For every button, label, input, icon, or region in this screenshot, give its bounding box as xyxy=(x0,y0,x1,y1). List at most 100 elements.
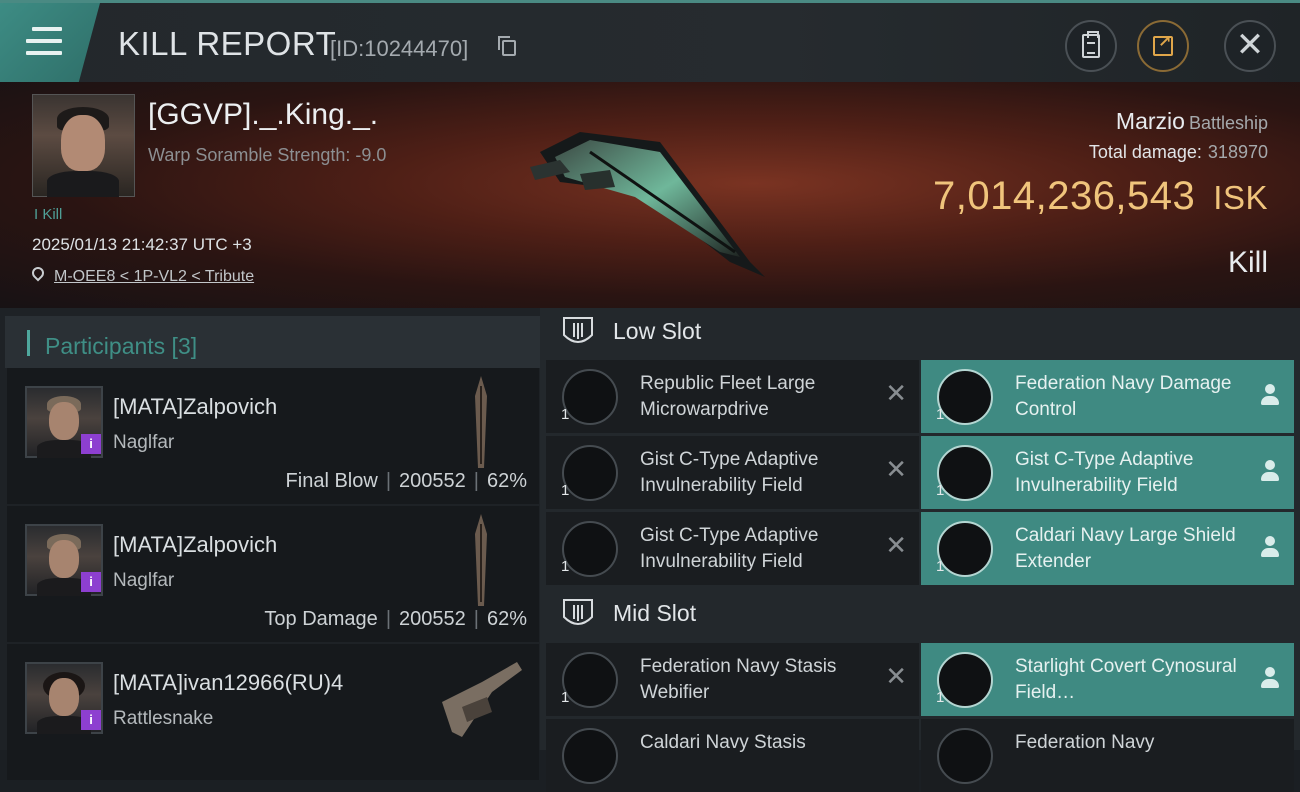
mid-slot-header: Mid Slot xyxy=(540,590,1300,640)
module-quantity: 1 xyxy=(561,689,570,706)
top-bar: KILL REPORT [ID:10244470] ✕ xyxy=(0,0,1300,85)
module-name: Gist C-Type Adaptive Invulnerability Fie… xyxy=(1015,449,1194,496)
participant-ship: Naglfar xyxy=(113,570,175,591)
victim-ship: Marzio Battleship xyxy=(1116,108,1268,135)
share-icon xyxy=(1153,32,1173,56)
module-name: Gist C-Type Adaptive Invulnerability Fie… xyxy=(640,525,819,572)
module-name: Caldari Navy Large Shield Extender xyxy=(1015,525,1236,572)
low-slot-header: Low Slot xyxy=(540,308,1300,358)
module-icon xyxy=(937,728,993,784)
destroyed-icon: ✕ xyxy=(885,530,907,560)
module-quantity: 1 xyxy=(561,482,570,499)
isk-value: 7,014,236,543 ISK xyxy=(932,174,1268,218)
location-link[interactable]: M-OEE8 < 1P-VL2 < Tribute xyxy=(54,268,254,286)
participant-name: [MATA]Zalpovich xyxy=(113,532,278,557)
microwarpdrive-icon xyxy=(562,369,618,425)
ship-thumbnail xyxy=(475,376,487,468)
report-id: [ID:10244470] xyxy=(330,36,469,61)
menu-button[interactable] xyxy=(0,3,100,85)
module-quantity: 1 xyxy=(936,482,945,499)
module-name: Federation Navy Stasis Webifier xyxy=(640,656,837,703)
module-quantity: 1 xyxy=(936,406,945,423)
ship-thumbnail xyxy=(475,514,487,606)
kill-tag: I Kill xyxy=(34,206,63,223)
dropped-user-icon xyxy=(1260,460,1280,482)
info-badge: i xyxy=(81,572,101,592)
participant-ship: Naglfar xyxy=(113,432,175,453)
module-name: Gist C-Type Adaptive Invulnerability Fie… xyxy=(640,449,819,496)
module-name: Caldari Navy Stasis xyxy=(640,732,806,753)
participant-stats: Final Blow | 200552 | 62% xyxy=(285,470,527,492)
destroyed-icon: ✕ xyxy=(885,661,907,691)
damage-control-icon xyxy=(937,369,993,425)
cynosural-field-icon xyxy=(937,652,993,708)
stasis-webifier-icon xyxy=(562,652,618,708)
participant-card[interactable]: i [MATA]ivan12966(RU)4 Rattlesnake xyxy=(7,644,539,780)
victim-summary: [GGVP]._.King._. Warp Soramble Strength:… xyxy=(0,82,1300,308)
mid-slot-icon xyxy=(563,599,593,625)
low-slot-icon xyxy=(563,317,593,343)
total-damage-value: 318970 xyxy=(1207,142,1268,162)
participant-name: [MATA]Zalpovich xyxy=(113,394,278,419)
invulnerability-field-icon xyxy=(562,445,618,501)
module-quantity: 1 xyxy=(561,406,570,423)
module-name: Federation Navy xyxy=(1015,732,1155,753)
module-name: Republic Fleet Large Microwarpdrive xyxy=(640,373,816,420)
participants-panel: Participants [3] i [MATA]Zalpovich Naglf… xyxy=(0,308,540,780)
low-slot-label: Low Slot xyxy=(613,318,702,344)
ship-thumbnail xyxy=(442,662,522,737)
close-icon: ✕ xyxy=(1235,25,1265,64)
destroyed-icon: ✕ xyxy=(885,378,907,408)
info-badge: i xyxy=(81,710,101,730)
module-item[interactable]: 1 Republic Fleet Large Microwarpdrive ✕ xyxy=(546,360,919,433)
module-quantity: 1 xyxy=(936,558,945,575)
fitting-panel: Low Slot 1 Republic Fleet Large Microwar… xyxy=(540,308,1300,792)
location-pin-icon xyxy=(29,264,47,282)
shield-extender-icon xyxy=(937,521,993,577)
ship-name: Marzio xyxy=(1115,108,1185,134)
destroyed-icon: ✕ xyxy=(885,454,907,484)
close-button[interactable]: ✕ xyxy=(1224,20,1276,72)
dropped-user-icon xyxy=(1260,536,1280,558)
participant-name: [MATA]ivan12966(RU)4 xyxy=(113,670,344,695)
module-item[interactable]: 1 Federation Navy Stasis Webifier ✕ xyxy=(546,643,919,716)
clipboard-button[interactable] xyxy=(1065,20,1117,72)
total-damage: Total damage: 318970 xyxy=(1088,142,1268,162)
module-item[interactable]: 1 Gist C-Type Adaptive Invulnerability F… xyxy=(921,436,1294,509)
module-name: Federation Navy Damage Control xyxy=(1015,373,1232,420)
invulnerability-field-icon xyxy=(562,521,618,577)
module-name: Starlight Covert Cynosural Field… xyxy=(1015,656,1237,703)
victim-name[interactable]: [GGVP]._.King._. xyxy=(148,98,378,132)
mid-slot-label: Mid Slot xyxy=(613,600,697,626)
module-item[interactable]: 1 Gist C-Type Adaptive Invulnerability F… xyxy=(546,436,919,509)
dropped-user-icon xyxy=(1260,384,1280,406)
module-item[interactable]: Federation Navy xyxy=(921,719,1294,792)
kill-timestamp: 2025/01/13 21:42:37 UTC +3 xyxy=(32,235,252,254)
module-item[interactable]: 1 Federation Navy Damage Control xyxy=(921,360,1294,433)
module-item[interactable]: 1 Gist C-Type Adaptive Invulnerability F… xyxy=(546,512,919,585)
module-item[interactable]: 1 Starlight Covert Cynosural Field… xyxy=(921,643,1294,716)
warp-scramble-strength: Warp Soramble Strength: -9.0 xyxy=(148,145,387,165)
result-label: Kill xyxy=(1227,246,1268,279)
module-quantity: 1 xyxy=(561,558,570,575)
module-item[interactable]: Caldari Navy Stasis xyxy=(546,719,919,792)
page-title: KILL REPORT xyxy=(118,25,337,62)
copy-icon[interactable] xyxy=(498,36,516,56)
module-item[interactable]: 1 Caldari Navy Large Shield Extender xyxy=(921,512,1294,585)
participants-label: Participants [3] xyxy=(45,333,198,359)
participant-stats: Top Damage | 200552 | 62% xyxy=(264,608,527,630)
ship-class: Battleship xyxy=(1188,113,1268,133)
participants-header: Participants [3] xyxy=(5,316,540,368)
module-quantity: 1 xyxy=(936,689,945,706)
participant-card[interactable]: i [MATA]Zalpovich Naglfar Final Blow | 200… xyxy=(7,368,539,504)
participant-card[interactable]: i [MATA]Zalpovich Naglfar Top Damage | 200… xyxy=(7,506,539,642)
dropped-user-icon xyxy=(1260,667,1280,689)
stasis-webifier-icon xyxy=(562,728,618,784)
victim-avatar[interactable] xyxy=(32,94,135,197)
hamburger-icon xyxy=(26,27,62,63)
invulnerability-field-icon xyxy=(937,445,993,501)
ship-model xyxy=(530,132,765,277)
share-button[interactable] xyxy=(1137,20,1189,72)
info-badge: i xyxy=(81,434,101,454)
clipboard-icon xyxy=(1082,31,1100,58)
